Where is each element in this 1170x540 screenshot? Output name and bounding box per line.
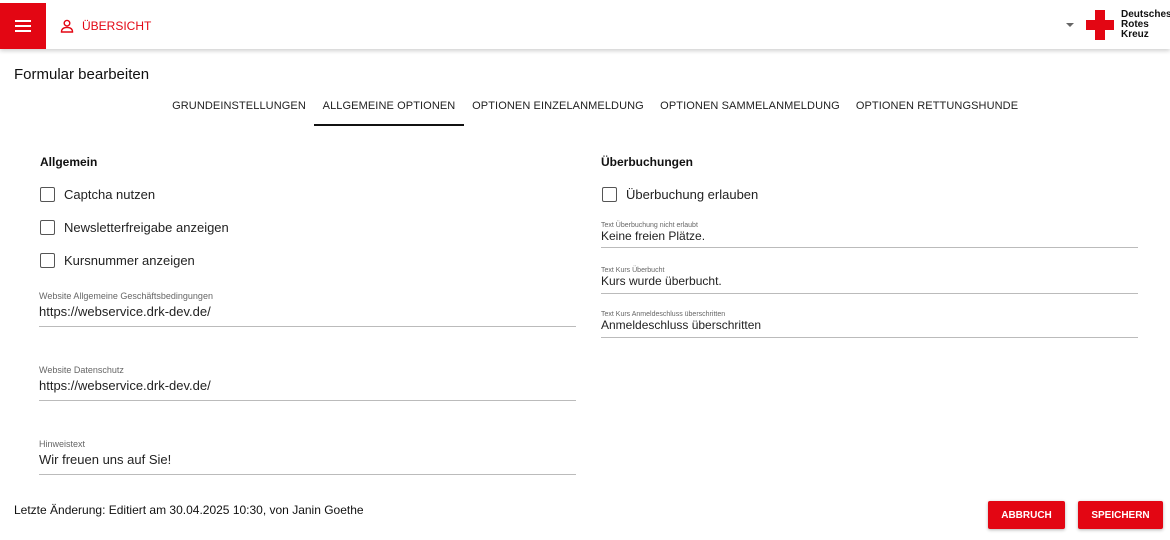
field-label: Website Datenschutz bbox=[39, 365, 124, 375]
tab-grundeinstellungen[interactable]: GRUNDEINSTELLUNGEN bbox=[170, 88, 308, 126]
field-value[interactable]: https://webservice.drk-dev.de/ bbox=[39, 304, 211, 319]
tab-bar: GRUNDEINSTELLUNGEN ALLGEMEINE OPTIONEN O… bbox=[0, 88, 1170, 126]
field-value[interactable]: Kurs wurde überbucht. bbox=[601, 274, 722, 288]
account-dropdown-caret-icon[interactable] bbox=[1066, 23, 1074, 27]
field-label: Text Kurs Überbucht bbox=[601, 267, 665, 274]
checkbox-label: Überbuchung erlauben bbox=[626, 187, 759, 202]
checkbox-ueberbuchung[interactable]: Überbuchung erlauben bbox=[602, 187, 758, 202]
red-cross-icon bbox=[1086, 10, 1114, 40]
overview-label: ÜBERSICHT bbox=[82, 19, 152, 33]
datenschutz-url-field[interactable]: Website Datenschutz https://webservice.d… bbox=[39, 365, 576, 401]
checkbox-box[interactable] bbox=[602, 187, 617, 202]
checkbox-newsletter[interactable]: Newsletterfreigabe anzeigen bbox=[40, 220, 229, 235]
hinweistext-field[interactable]: Hinweistext Wir freuen uns auf Sie! bbox=[39, 439, 576, 475]
field-value[interactable]: Anmeldeschluss überschritten bbox=[601, 318, 761, 332]
checkbox-box[interactable] bbox=[40, 253, 55, 268]
section-title-allgemein: Allgemein bbox=[40, 155, 98, 169]
field-value[interactable]: https://webservice.drk-dev.de/ bbox=[39, 378, 211, 393]
section-title-ueberbuchungen: Überbuchungen bbox=[601, 155, 693, 169]
text-ueberbuchung-nicht-erlaubt-field[interactable]: Text Überbuchung nicht erlaubt Keine fre… bbox=[601, 222, 1138, 248]
text-anmeldeschluss-field[interactable]: Text Kurs Anmeldeschluss überschritten A… bbox=[601, 311, 1138, 338]
field-label: Text Kurs Anmeldeschluss überschritten bbox=[601, 311, 726, 318]
logo-text: Deutsches Rotes Kreuz bbox=[1121, 9, 1170, 40]
tab-optionen-rettungshunde[interactable]: OPTIONEN RETTUNGSHUNDE bbox=[852, 88, 1022, 126]
field-label: Website Allgemeine Geschäftsbedingungen bbox=[39, 291, 213, 301]
tab-optionen-sammelanmeldung[interactable]: OPTIONEN SAMMELANMELDUNG bbox=[656, 88, 844, 126]
field-label: Hinweistext bbox=[39, 439, 86, 449]
tab-optionen-einzelanmeldung[interactable]: OPTIONEN EINZELANMELDUNG bbox=[470, 88, 646, 126]
last-change-info: Letzte Änderung: Editiert am 30.04.2025 … bbox=[14, 503, 364, 517]
checkbox-label: Captcha nutzen bbox=[64, 187, 156, 202]
field-value[interactable]: Keine freien Plätze. bbox=[601, 229, 705, 243]
cancel-button[interactable]: ABBRUCH bbox=[988, 501, 1065, 529]
agb-url-field[interactable]: Website Allgemeine Geschäftsbedingungen … bbox=[39, 291, 576, 327]
checkbox-captcha[interactable]: Captcha nutzen bbox=[40, 187, 155, 202]
tab-allgemeine-optionen[interactable]: ALLGEMEINE OPTIONEN bbox=[314, 88, 464, 126]
checkbox-box[interactable] bbox=[40, 187, 55, 202]
menu-icon bbox=[15, 20, 31, 32]
checkbox-label: Newsletterfreigabe anzeigen bbox=[64, 220, 229, 235]
drk-logo: Deutsches Rotes Kreuz bbox=[1086, 10, 1170, 40]
checkbox-kursnummer[interactable]: Kursnummer anzeigen bbox=[40, 253, 195, 268]
overview-nav-link[interactable]: ÜBERSICHT bbox=[60, 16, 151, 36]
page-title: Formular bearbeiten bbox=[14, 66, 150, 83]
field-label: Text Überbuchung nicht erlaubt bbox=[601, 222, 698, 229]
menu-button[interactable] bbox=[0, 3, 46, 49]
checkbox-box[interactable] bbox=[40, 220, 55, 235]
top-app-bar: ÜBERSICHT Deutsches Rotes Kreuz bbox=[0, 0, 1170, 49]
field-value[interactable]: Wir freuen uns auf Sie! bbox=[39, 452, 171, 467]
person-icon bbox=[60, 19, 74, 33]
text-kurs-ueberbucht-field[interactable]: Text Kurs Überbucht Kurs wurde überbucht… bbox=[601, 267, 1138, 294]
checkbox-label: Kursnummer anzeigen bbox=[64, 253, 195, 268]
save-button[interactable]: SPEICHERN bbox=[1078, 501, 1163, 529]
